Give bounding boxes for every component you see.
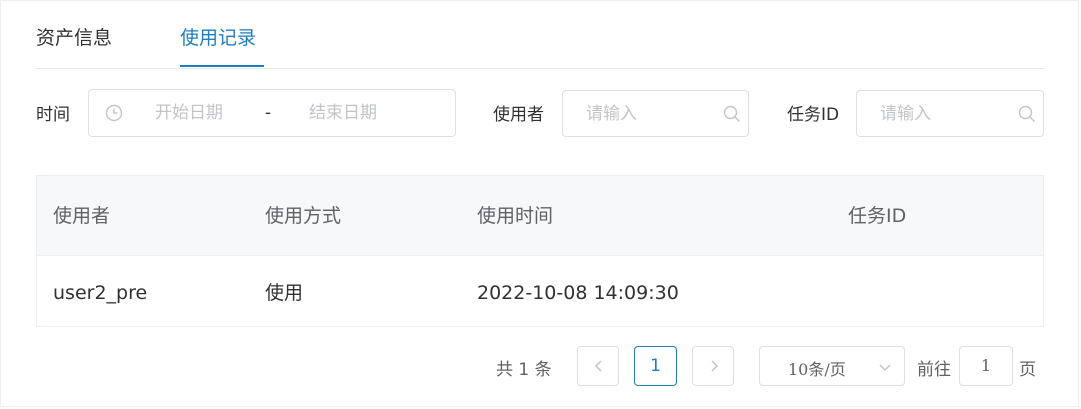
user-label: 使用者 <box>493 105 544 125</box>
column-header-usage-type: 使用方式 <box>265 205 342 227</box>
page-number-button[interactable]: 1 <box>634 346 677 386</box>
time-label: 时间 <box>36 105 70 125</box>
column-header-user: 使用者 <box>53 205 111 227</box>
goto-suffix: 页 <box>1019 360 1036 380</box>
clock-icon <box>105 104 123 122</box>
search-icon[interactable] <box>723 105 741 123</box>
tab-bar: 资产信息 使用记录 <box>36 0 1044 69</box>
user-search-placeholder: 请输入 <box>586 104 637 124</box>
active-tab-indicator <box>180 65 264 67</box>
tab-usage-records[interactable]: 使用记录 <box>180 26 256 50</box>
page-size-select[interactable]: 10条/页 <box>759 346 905 386</box>
task-id-label: 任务ID <box>787 105 840 125</box>
next-page-button[interactable] <box>692 346 734 386</box>
column-header-usage-time: 使用时间 <box>477 205 554 227</box>
chevron-left-icon <box>592 359 606 373</box>
task-id-search-placeholder: 请输入 <box>880 104 931 124</box>
cell-user: user2_pre <box>53 282 148 304</box>
table-header: 使用者 使用方式 使用时间 任务ID <box>37 176 1043 256</box>
chevron-down-icon <box>878 360 892 374</box>
start-date-input[interactable]: 开始日期 <box>155 102 223 124</box>
goto-page-value: 1 <box>980 356 992 375</box>
task-id-search-input[interactable]: 请输入 <box>856 90 1044 137</box>
chevron-right-icon <box>707 359 721 373</box>
page-size-value: 10条/页 <box>788 360 846 379</box>
goto-prefix: 前往 <box>917 360 951 380</box>
prev-page-button[interactable] <box>577 346 619 386</box>
cell-usage-type: 使用 <box>265 282 304 304</box>
cell-usage-time: 2022-10-08 14:09:30 <box>477 282 679 304</box>
tab-asset-info[interactable]: 资产信息 <box>36 26 112 50</box>
usage-records-table: 使用者 使用方式 使用时间 任务ID user2_pre 使用 2022-10-… <box>36 175 1044 327</box>
range-separator: - <box>265 103 272 123</box>
search-icon[interactable] <box>1018 105 1036 123</box>
pagination-total: 共 1 条 <box>496 360 552 380</box>
goto-page-input[interactable]: 1 <box>959 346 1013 386</box>
column-header-task-id: 任务ID <box>848 205 907 227</box>
end-date-input[interactable]: 结束日期 <box>309 102 377 124</box>
date-range-picker[interactable]: 开始日期 - 结束日期 <box>88 89 456 137</box>
user-search-input[interactable]: 请输入 <box>562 90 749 137</box>
